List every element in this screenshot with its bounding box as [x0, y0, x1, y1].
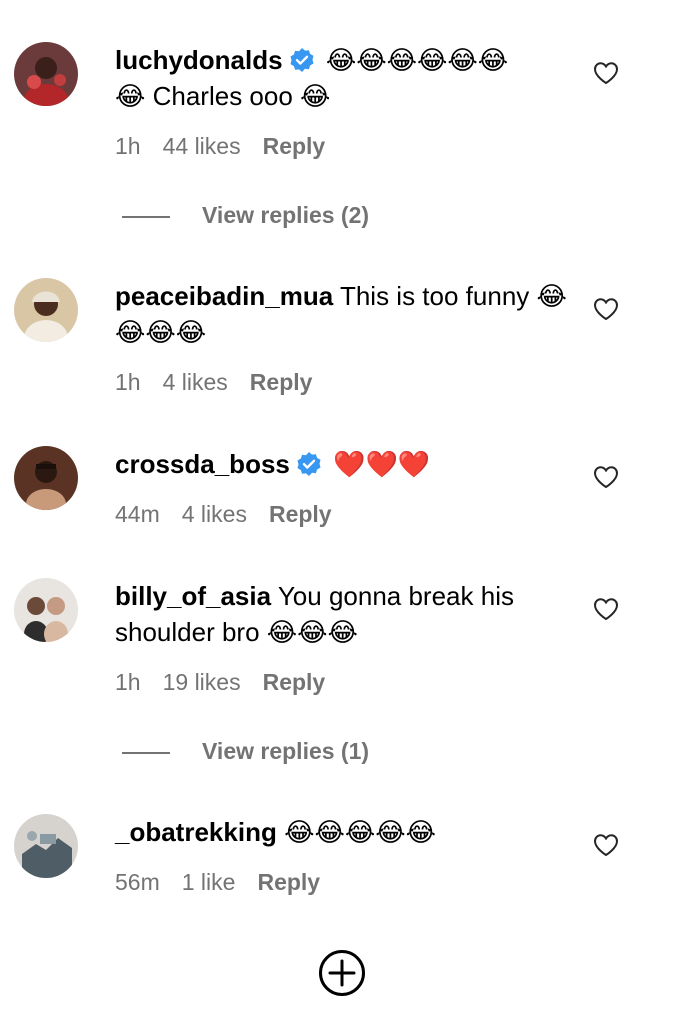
like-heart-icon[interactable]: [593, 297, 619, 321]
reply-button[interactable]: Reply: [257, 869, 320, 895]
comment-time: 44m: [115, 501, 160, 527]
avatar[interactable]: [14, 446, 78, 510]
username[interactable]: billy_of_asia: [115, 581, 271, 611]
comment-meta: 1h 4 likes Reply: [115, 369, 312, 396]
verified-badge-icon: [296, 451, 322, 477]
username[interactable]: peaceibadin_mua: [115, 281, 333, 311]
avatar[interactable]: [14, 278, 78, 342]
comment-time: 56m: [115, 869, 160, 895]
comment-body: peaceibadin_mua This is too funny 😂😂😂😂: [115, 278, 575, 350]
username[interactable]: crossda_boss: [115, 449, 290, 479]
comment-likes[interactable]: 19 likes: [163, 669, 241, 695]
view-replies-label: View replies (1): [202, 738, 370, 764]
comment-likes[interactable]: 1 like: [182, 869, 236, 895]
comment-meta: 1h 44 likes Reply: [115, 133, 325, 160]
verified-badge-icon: [289, 47, 315, 73]
comment-text: 😂😂😂😂😂: [284, 817, 436, 847]
view-replies-label: View replies (2): [202, 202, 370, 228]
reply-button[interactable]: Reply: [263, 669, 326, 695]
username[interactable]: _obatrekking: [115, 817, 277, 847]
comment-meta: 44m 4 likes Reply: [115, 501, 332, 528]
username[interactable]: luchydonalds: [115, 45, 283, 75]
comment-body: crossda_boss ❤️❤️❤️: [115, 446, 575, 482]
comment-meta: 56m 1 like Reply: [115, 869, 320, 896]
avatar[interactable]: [14, 578, 78, 642]
divider: [122, 216, 170, 218]
avatar[interactable]: [14, 42, 78, 106]
comment-body: _obatrekking 😂😂😂😂😂: [115, 814, 575, 850]
comment-time: 1h: [115, 133, 141, 159]
reply-button[interactable]: Reply: [269, 501, 332, 527]
comment-likes[interactable]: 4 likes: [182, 501, 247, 527]
like-heart-icon[interactable]: [593, 61, 619, 85]
comment-time: 1h: [115, 369, 141, 395]
like-heart-icon[interactable]: [593, 597, 619, 621]
comment-likes[interactable]: 44 likes: [163, 133, 241, 159]
comment-body: luchydonalds 😂😂😂😂😂😂 😂 Charles ooo 😂: [115, 42, 575, 114]
comment-text: ❤️❤️❤️: [333, 449, 431, 479]
like-heart-icon[interactable]: [593, 465, 619, 489]
reply-button[interactable]: Reply: [263, 133, 326, 159]
divider: [122, 752, 170, 754]
comment-meta: 1h 19 likes Reply: [115, 669, 325, 696]
avatar[interactable]: [14, 814, 78, 878]
comment-time: 1h: [115, 669, 141, 695]
like-heart-icon[interactable]: [593, 833, 619, 857]
comment-body: billy_of_asia You gonna break his should…: [115, 578, 575, 650]
plus-circle-icon[interactable]: [318, 949, 366, 997]
comment-likes[interactable]: 4 likes: [163, 369, 228, 395]
reply-button[interactable]: Reply: [250, 369, 313, 395]
